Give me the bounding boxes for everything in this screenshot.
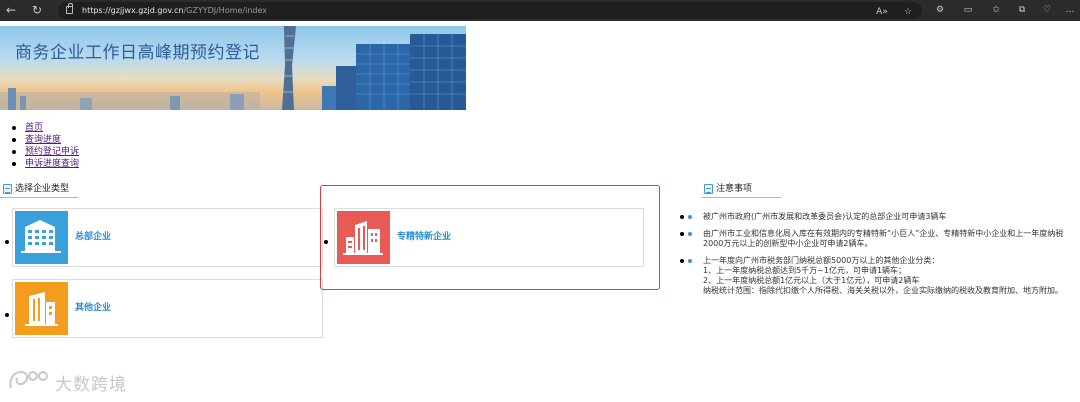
back-arrow-icon[interactable]: ← <box>4 3 18 17</box>
card-other-enterprise-label: 其他企业 <box>75 303 112 313</box>
split-screen-icon[interactable]: ▭ <box>962 4 974 16</box>
document-icon <box>704 184 713 194</box>
watermark-logo-icon <box>9 370 48 389</box>
note-item: 上一年度向广州市税务部门纳税总额5000万以上的其他企业分类： 1、上一年度纳税… <box>678 256 1078 296</box>
document-icon <box>3 184 12 194</box>
notes-heading-text: 注意事项 <box>716 184 753 194</box>
note-item: 由广州市工业和信息化局入库在有效期内的专精特新“小巨人”企业、专精特新中小企业和… <box>678 229 1078 249</box>
notes-list: 被广州市政府(广州市发展和改革委员会)认定的总部企业可申请3辆车 由广州市工业和… <box>678 212 1078 303</box>
note-item: 被广州市政府(广州市发展和改革委员会)认定的总部企业可申请3辆车 <box>678 212 1078 222</box>
list-bullet <box>5 313 9 317</box>
main-nav: 首页 查询进度 预约登记申诉 申诉进度查询 <box>10 122 79 170</box>
browser-toolbar: ← ↻ https://gzjjwx.gzjd.gov.cn/GZYYDJ/Ho… <box>0 0 1080 21</box>
lock-icon <box>66 3 73 14</box>
nav-link-home[interactable]: 首页 <box>25 123 43 133</box>
reload-icon[interactable]: ↻ <box>30 3 44 17</box>
office-building-icon <box>15 211 68 264</box>
tower-building-icon <box>15 282 68 335</box>
nav-link-appeal[interactable]: 预约登记申诉 <box>25 147 79 157</box>
select-type-heading-text: 选择企业类型 <box>15 184 70 194</box>
nav-item-home: 首页 <box>10 122 79 134</box>
favorites-icon[interactable]: ✩ <box>990 4 1002 16</box>
nav-item-appeal-progress: 申诉进度查询 <box>10 158 79 170</box>
nav-link-query-progress[interactable]: 查询进度 <box>25 135 61 145</box>
url-text: https://gzjjwx.gzjd.gov.cn/GZYYDJ/Home/i… <box>82 6 268 15</box>
nav-link-appeal-progress[interactable]: 申诉进度查询 <box>25 159 79 169</box>
nav-item-appeal: 预约登记申诉 <box>10 146 79 158</box>
header-banner: 商务企业工作日高峰期预约登记 <box>0 26 466 110</box>
card-headquarters[interactable]: 总部企业 <box>12 208 323 267</box>
card-other-enterprise[interactable]: 其他企业 <box>12 279 323 338</box>
collections-icon[interactable]: ⧉ <box>1016 4 1028 16</box>
highlight-annotation-box <box>320 185 660 290</box>
notes-heading: 注意事项 <box>701 182 781 198</box>
more-menu-icon[interactable]: … <box>1064 4 1076 16</box>
banner-title: 商务企业工作日高峰期预约登记 <box>15 43 260 63</box>
watermark-text: 大数跨境 <box>55 375 127 395</box>
nav-item-query-progress: 查询进度 <box>10 134 79 146</box>
list-bullet <box>5 240 9 244</box>
select-type-heading: 选择企业类型 <box>0 182 78 198</box>
favorite-star-icon[interactable]: ☆ <box>902 6 914 18</box>
card-headquarters-label: 总部企业 <box>75 232 112 242</box>
read-aloud-icon[interactable]: A» <box>876 6 888 18</box>
address-bar[interactable]: https://gzjjwx.gzjd.gov.cn/GZYYDJ/Home/i… <box>58 2 922 19</box>
extensions-icon[interactable]: ⚙ <box>934 4 946 16</box>
browser-essentials-icon[interactable]: ♡ <box>1041 4 1053 16</box>
